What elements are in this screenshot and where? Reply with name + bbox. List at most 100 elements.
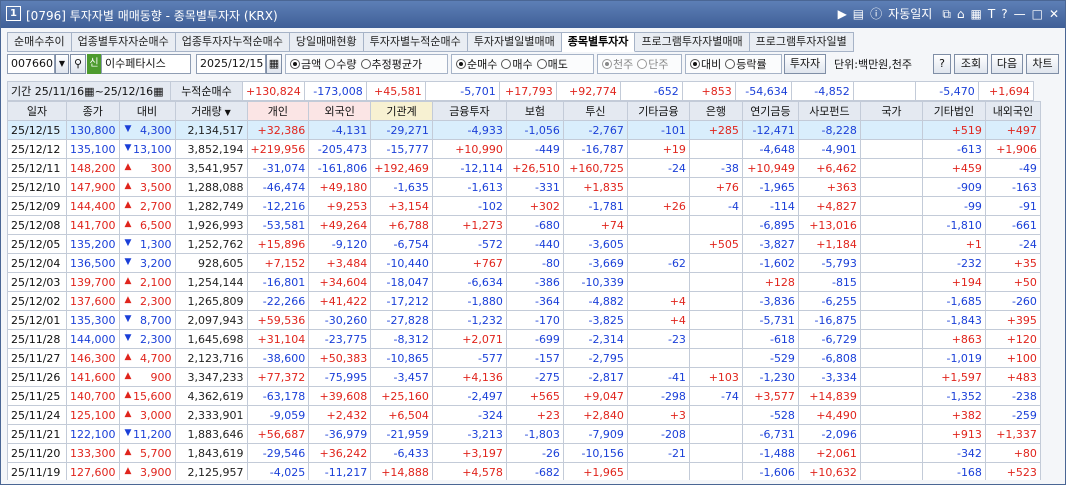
cell-investor [859,253,923,273]
stock-code-input[interactable]: 007660 [7,54,55,74]
tab-5[interactable]: 투자자별일별매매 [467,32,562,52]
tab-7[interactable]: 프로그램투자자별매매 [635,32,750,52]
cell-investor: -298 [626,386,690,406]
window-number[interactable]: 1 [6,6,21,21]
cell-date: 25/12/03 [7,272,67,292]
cell-investor: +483 [984,367,1041,387]
column-header[interactable]: 연기금등 [741,101,799,121]
query-button[interactable]: 조회 [954,54,988,74]
search-icon[interactable]: ⚲ [70,54,86,74]
tab-6[interactable]: 종목별투자자 [561,32,636,52]
table-row[interactable]: 25/12/01 135,300 ▼ 8,700 2,097,943 +59,536 -30… [7,310,1041,330]
table-row[interactable]: 25/11/20 133,300 ▲ 5,700 1,843,619 -29,546 +36… [7,443,1041,463]
cell-investor [859,348,923,368]
column-header[interactable]: 금융투자 [431,101,507,121]
table-row[interactable]: 25/12/11 148,200 ▲ 300 3,541,957 -31,074 -161,… [7,158,1041,178]
column-header[interactable]: 거래량 ▼ [174,101,248,121]
font-icon[interactable]: T [988,5,995,23]
tab-3[interactable]: 당일매매현황 [289,32,364,52]
info-icon[interactable]: ⓘ [870,5,882,23]
radio-diff[interactable]: 대비 [690,56,721,72]
calendar-icon[interactable]: ▦ [84,85,94,98]
column-header[interactable]: 기타금융 [626,101,690,121]
investor-button[interactable]: 투자자 [784,54,826,74]
close-icon[interactable]: ✕ [1049,5,1059,23]
radio-buy[interactable]: 매수 [501,56,533,72]
radio-amount[interactable]: 금액 [290,56,321,72]
table-row[interactable]: 25/12/09 144,400 ▲ 2,700 1,282,749 -12,216 +9,… [7,196,1041,216]
radio-single-shares[interactable]: 단주 [637,56,669,72]
calendar-icon[interactable]: ▦ [153,85,163,98]
table-row[interactable]: 25/12/03 139,700 ▲ 2,100 1,254,144 -16,801 +34… [7,272,1041,292]
tab-4[interactable]: 투자자별누적순매수 [363,32,468,52]
cell-investor: -1,880 [431,291,507,311]
cell-investor: -4,933 [431,120,507,140]
table-row[interactable]: 25/11/25 140,700 ▲ 15,600 4,362,619 -63,178 +3… [7,386,1041,406]
tab-8[interactable]: 프로그램투자자일별 [749,32,854,52]
column-header[interactable]: 내외국인 [984,101,1041,121]
period-from[interactable]: 25/11/16 [35,85,84,98]
table-row[interactable]: 25/11/28 144,000 ▼ 2,300 1,645,698 +31,104 -23… [7,329,1041,349]
stock-name-field[interactable]: 이수페타시스 [101,54,191,74]
table-row[interactable]: 25/11/26 141,600 ▲ 900 3,347,233 +77,372 -75,9… [7,367,1041,387]
radio-net-buy[interactable]: 순매수 [456,56,497,72]
radio-avg-price[interactable]: 추정평균가 [360,56,422,72]
tab-1[interactable]: 업종별투자자순매수 [71,32,176,52]
table-row[interactable]: 25/11/21 122,100 ▼ 11,200 1,883,646 +56,687 -3… [7,424,1041,444]
period-to[interactable]: 25/12/16 [104,85,153,98]
radio-thousand-shares[interactable]: 천주 [602,56,633,72]
link-icon[interactable]: ⧉ [942,5,951,23]
column-header[interactable]: 기타법인 [921,101,986,121]
maximize-icon[interactable]: □ [1032,5,1043,23]
table-row[interactable]: 25/11/27 146,300 ▲ 4,700 2,123,716 -38,600 +50… [7,348,1041,368]
pin-icon[interactable]: ⌂ [957,5,965,23]
column-header[interactable]: 외국인 [308,101,372,121]
table-row[interactable]: 25/12/10 147,900 ▲ 3,500 1,288,088 -46,474 +49… [7,177,1041,197]
radio-rate[interactable]: 등락률 [725,56,767,72]
cell-investor [859,177,923,197]
next-button[interactable]: 다음 [991,54,1023,74]
tab-0[interactable]: 순매수추이 [7,32,72,52]
table-row[interactable]: 25/11/24 125,100 ▲ 3,000 2,333,901 -9,059 +2,4… [7,405,1041,425]
cell-investor: -38 [688,158,743,178]
column-header[interactable]: 투신 [562,101,628,121]
table-row[interactable]: 25/12/02 137,600 ▲ 2,300 1,265,809 -22,266 +41… [7,291,1041,311]
cell-investor: -23 [626,329,690,349]
date-input[interactable]: 2025/12/15 [196,54,266,74]
cumulative-value: -652 [619,81,683,101]
table-row[interactable]: 25/12/05 135,200 ▼ 1,300 1,252,762 +15,896 -9,… [7,234,1041,254]
column-header[interactable]: 개인 [246,101,310,121]
column-header[interactable]: 은행 [688,101,743,121]
table-row[interactable]: 25/11/19 127,600 ▲ 3,900 2,125,957 -4,025 -11,… [7,462,1041,480]
layout-icon[interactable]: ▦ [971,5,982,23]
cell-investor: -2,795 [562,348,628,368]
table-row[interactable]: 25/12/12 135,100 ▼ 13,100 3,852,194 +219,956-… [7,139,1041,159]
help-icon[interactable]: ? [1001,5,1007,23]
memo-icon[interactable]: ▤ [853,5,864,23]
cell-investor: +35 [984,253,1041,273]
radio-sell[interactable]: 매도 [536,56,568,72]
cell-close: 127,600 [66,462,120,480]
radio-quantity[interactable]: 수량 [325,56,357,72]
calendar-icon[interactable]: ▦ [266,54,282,74]
help-button[interactable]: ? [933,54,951,74]
auto-journal-label[interactable]: 자동일지 [888,5,932,23]
column-header[interactable]: 사모펀드 [797,101,861,121]
play-icon[interactable]: ▶ [838,5,847,23]
code-dropdown-icon[interactable]: ▼ [55,54,69,74]
minimize-icon[interactable]: — [1014,5,1026,23]
sort-icon[interactable]: ▼ [225,108,231,117]
period-selector[interactable]: 기간 25/11/16▦~25/12/16▦ [7,81,171,101]
column-header[interactable]: 대비 [118,101,176,121]
column-header[interactable]: 보험 [505,101,564,121]
table-row[interactable]: 25/12/15 130,800 ▼ 4,300 2,134,517 +32,386 -4,… [7,120,1041,140]
column-header[interactable]: 종가 [66,101,120,121]
column-header[interactable]: 기관계 [370,101,433,121]
chart-button[interactable]: 차트 [1026,54,1059,74]
cell-investor [859,424,923,444]
table-row[interactable]: 25/12/04 136,500 ▼ 3,200 928,605 +7,152 +3,484… [7,253,1041,273]
column-header[interactable]: 일자 [7,101,67,121]
table-row[interactable]: 25/12/08 141,700 ▲ 6,500 1,926,993 -53,581 +49… [7,215,1041,235]
column-header[interactable]: 국가 [859,101,923,121]
tab-2[interactable]: 업종투자자누적순매수 [175,32,290,52]
